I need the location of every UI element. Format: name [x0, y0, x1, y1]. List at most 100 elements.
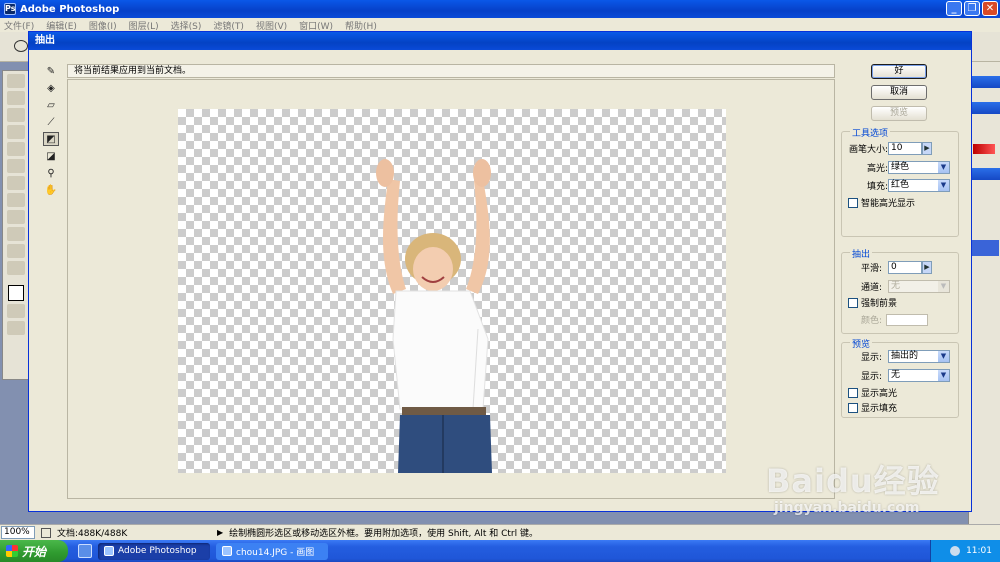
eraser-tool-icon[interactable] — [7, 176, 25, 190]
start-button[interactable]: 开始 — [0, 540, 68, 562]
menu-help[interactable]: 帮助(H) — [345, 19, 377, 32]
crop-tool-icon[interactable] — [7, 125, 25, 139]
app-title: Adobe Photoshop — [20, 3, 120, 15]
color-label: 颜色: — [860, 316, 882, 326]
edge-touchup-icon[interactable]: ◪ — [43, 149, 59, 163]
windows-logo-icon — [6, 545, 18, 557]
smooth-row: 平滑: 0 ▶ — [848, 261, 932, 274]
color-swatch — [886, 313, 928, 326]
eyedropper-icon[interactable]: ⟋ — [43, 115, 59, 129]
display-select[interactable]: 无 ▼ — [888, 369, 950, 382]
palette-titlebar[interactable] — [969, 76, 1000, 88]
start-label: 开始 — [22, 544, 47, 559]
photoshop-titlebar: Ps Adobe Photoshop _ ❐ ✕ — [0, 0, 1000, 18]
show-highlight-row: 显示高光 — [848, 386, 897, 399]
task-paint[interactable]: chou14.JPG - 画图 — [216, 542, 328, 560]
status-arrow-icon[interactable]: ▶ — [217, 528, 223, 537]
eraser-icon[interactable]: ▱ — [43, 98, 59, 112]
brush-size-arrow-icon[interactable]: ▶ — [922, 142, 932, 155]
status-hint: 绘制椭圆形选区或移动选区外框。要用附加选项，使用 Shift, Alt 和 Ct… — [229, 529, 538, 539]
desktop-quicklaunch-icon[interactable] — [78, 544, 92, 558]
quick-mask-icon[interactable] — [7, 304, 25, 318]
tray-icon[interactable] — [950, 546, 961, 556]
force-foreground-checkbox[interactable] — [848, 297, 858, 308]
extraction-title: 抽出 — [850, 247, 873, 260]
fill-select[interactable]: 红色 ▼ — [888, 179, 950, 192]
highlight-select[interactable]: 绿色 ▼ — [888, 161, 950, 174]
pen-tool-icon[interactable] — [7, 227, 25, 241]
menu-window[interactable]: 窗口(W) — [299, 19, 333, 32]
blur-tool-icon[interactable] — [7, 193, 25, 207]
channel-select-value: 无 — [891, 281, 901, 291]
layer-row-selected[interactable] — [971, 240, 999, 256]
elliptical-marquee-icon[interactable] — [14, 40, 28, 52]
edge-highlighter-icon[interactable]: ✎ — [43, 64, 59, 78]
window-controls: _ ❐ ✕ — [946, 1, 998, 16]
show-label: 显示: — [860, 353, 882, 363]
restore-button[interactable]: ❐ — [964, 1, 980, 16]
move-tool-icon[interactable] — [7, 74, 25, 88]
smart-highlight-checkbox[interactable] — [848, 197, 858, 208]
show-select[interactable]: 抽出的 ▼ — [888, 350, 950, 363]
lasso-tool-icon[interactable] — [7, 108, 25, 122]
toolbox — [2, 70, 30, 380]
paint-task-icon — [222, 546, 232, 556]
show-fill-checkbox[interactable] — [848, 402, 858, 413]
ok-button[interactable]: 好 — [871, 64, 927, 79]
hand-tool-icon[interactable] — [7, 261, 25, 275]
preview-button[interactable]: 预览 — [871, 106, 927, 121]
screen-mode-icon[interactable] — [7, 321, 25, 335]
menu-edit[interactable]: 编辑(E) — [46, 19, 77, 32]
minimize-button[interactable]: _ — [946, 1, 962, 16]
extraction-group: 抽出 平滑: 0 ▶ 通道: 无 ▼ 强制前景 颜色: — [841, 247, 959, 334]
path-select-tool-icon[interactable] — [7, 210, 25, 224]
fill-select-value: 红色 — [891, 180, 910, 190]
display-select-value: 无 — [891, 370, 901, 380]
doc-info[interactable]: 文档:488K/488K — [57, 526, 207, 539]
color-ramp[interactable] — [973, 144, 995, 154]
smart-highlight-row: 智能高光显示 — [848, 196, 915, 209]
menu-file[interactable]: 文件(F) — [4, 19, 34, 32]
menu-filter[interactable]: 滤镜(T) — [213, 19, 244, 32]
hand-icon[interactable]: ✋ — [43, 183, 59, 197]
show-select-value: 抽出的 — [891, 351, 919, 361]
brush-tool-icon[interactable] — [7, 142, 25, 156]
chevron-down-icon[interactable]: ▼ — [938, 180, 949, 191]
zoom-icon[interactable]: ⚲ — [43, 166, 59, 180]
menu-view[interactable]: 视图(V) — [256, 19, 287, 32]
palette-titlebar[interactable] — [969, 102, 1000, 114]
smooth-arrow-icon[interactable]: ▶ — [922, 261, 932, 274]
highlight-label: 高光: — [866, 164, 888, 174]
preview-group: 预览 显示: 抽出的 ▼ 显示: 无 ▼ 显示高光 显示填充 — [841, 337, 959, 418]
document-icon — [41, 527, 51, 538]
marquee-tool-icon[interactable] — [7, 91, 25, 105]
palette-titlebar[interactable] — [969, 168, 1000, 180]
chevron-down-icon[interactable]: ▼ — [938, 370, 949, 381]
photoshop-task-icon — [104, 546, 114, 556]
extract-dialog: 抽出 ✎ ◈ ▱ ⟋ ◩ ◪ ⚲ ✋ 将当前结果应用到当前文档。 好 取消 预览… — [28, 31, 972, 512]
menu-layer[interactable]: 图层(L) — [129, 19, 159, 32]
menu-select[interactable]: 选择(S) — [171, 19, 202, 32]
zoom-input[interactable]: 100% — [1, 526, 35, 539]
fill-bucket-icon[interactable]: ◈ — [43, 81, 59, 95]
task-photoshop[interactable]: Adobe Photoshop — [98, 542, 210, 560]
cleanup-tool-icon[interactable]: ◩ — [43, 132, 59, 146]
menu-image[interactable]: 图像(I) — [89, 19, 117, 32]
close-button[interactable]: ✕ — [982, 1, 998, 16]
chevron-down-icon[interactable]: ▼ — [938, 351, 949, 362]
dialog-title: 抽出 — [29, 32, 971, 50]
foreground-color-swatch[interactable] — [8, 285, 24, 301]
show-row: 显示: 抽出的 ▼ — [848, 350, 950, 363]
extracted-image-canvas[interactable] — [178, 109, 726, 473]
stamp-tool-icon[interactable] — [7, 159, 25, 173]
brush-size-input[interactable]: 10 — [888, 142, 922, 155]
force-foreground-row: 强制前景 — [848, 296, 897, 309]
notes-tool-icon[interactable] — [7, 244, 25, 258]
menubar: 文件(F) 编辑(E) 图像(I) 图层(L) 选择(S) 滤镜(T) 视图(V… — [0, 18, 1000, 32]
chevron-down-icon[interactable]: ▼ — [938, 162, 949, 173]
dialog-controls: 好 取消 预览 工具选项 画笔大小: 10 ▶ 高光: 绿色 ▼ 填充: 红色 — [841, 64, 963, 504]
show-highlight-checkbox[interactable] — [848, 387, 858, 398]
watermark-brand: Baidu经验 — [766, 462, 940, 500]
cancel-button[interactable]: 取消 — [871, 85, 927, 100]
smooth-input[interactable]: 0 — [888, 261, 922, 274]
